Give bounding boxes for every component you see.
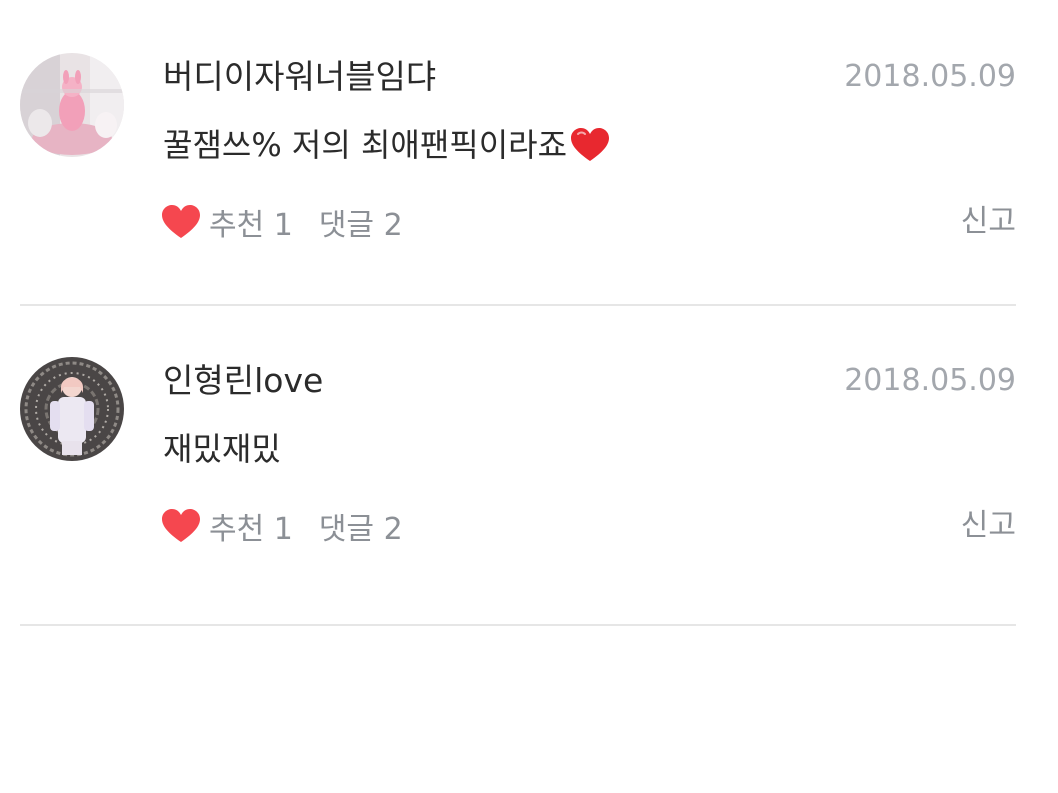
- reply-button[interactable]: 댓글 2: [319, 504, 403, 548]
- avatar-image: [20, 53, 124, 157]
- comment-date: 2018.05.09: [844, 363, 1016, 398]
- comment-text-content: 꿀잼쓰% 저의 최애팬픽이라죠: [163, 126, 568, 164]
- red-heart-emoji-icon: [571, 128, 610, 161]
- comment-list: 버디이자워너블임댜 2018.05.09 꿀잼쓰% 저의 최애팬픽이라죠 추천 …: [20, 0, 1016, 626]
- comment-text: 재밌재밌: [163, 428, 281, 470]
- reply-button[interactable]: 댓글 2: [319, 200, 403, 244]
- comment-item: 인형린love 2018.05.09 재밌재밌 추천 1 댓글 2 신고: [20, 306, 1016, 626]
- heart-icon[interactable]: [161, 204, 201, 240]
- comment-author[interactable]: 인형린love: [163, 361, 323, 401]
- avatar[interactable]: [20, 357, 124, 461]
- comment-text-content: 재밌재밌: [163, 430, 281, 468]
- like-button[interactable]: 추천 1: [161, 504, 293, 548]
- like-count-label[interactable]: 추천 1: [209, 504, 293, 548]
- comment-item: 버디이자워너블임댜 2018.05.09 꿀잼쓰% 저의 최애팬픽이라죠 추천 …: [20, 0, 1016, 306]
- comment-author[interactable]: 버디이자워너블임댜: [163, 57, 436, 97]
- comment-date: 2018.05.09: [844, 59, 1016, 94]
- heart-icon[interactable]: [161, 508, 201, 544]
- avatar[interactable]: [20, 53, 124, 157]
- comment-actions: 추천 1 댓글 2: [161, 504, 403, 548]
- like-button[interactable]: 추천 1: [161, 200, 293, 244]
- comment-actions: 추천 1 댓글 2: [161, 200, 403, 244]
- like-count-label[interactable]: 추천 1: [209, 200, 293, 244]
- comment-text: 꿀잼쓰% 저의 최애팬픽이라죠: [163, 124, 611, 166]
- report-button[interactable]: 신고: [961, 504, 1016, 548]
- report-button[interactable]: 신고: [961, 200, 1016, 244]
- avatar-image: [20, 357, 124, 461]
